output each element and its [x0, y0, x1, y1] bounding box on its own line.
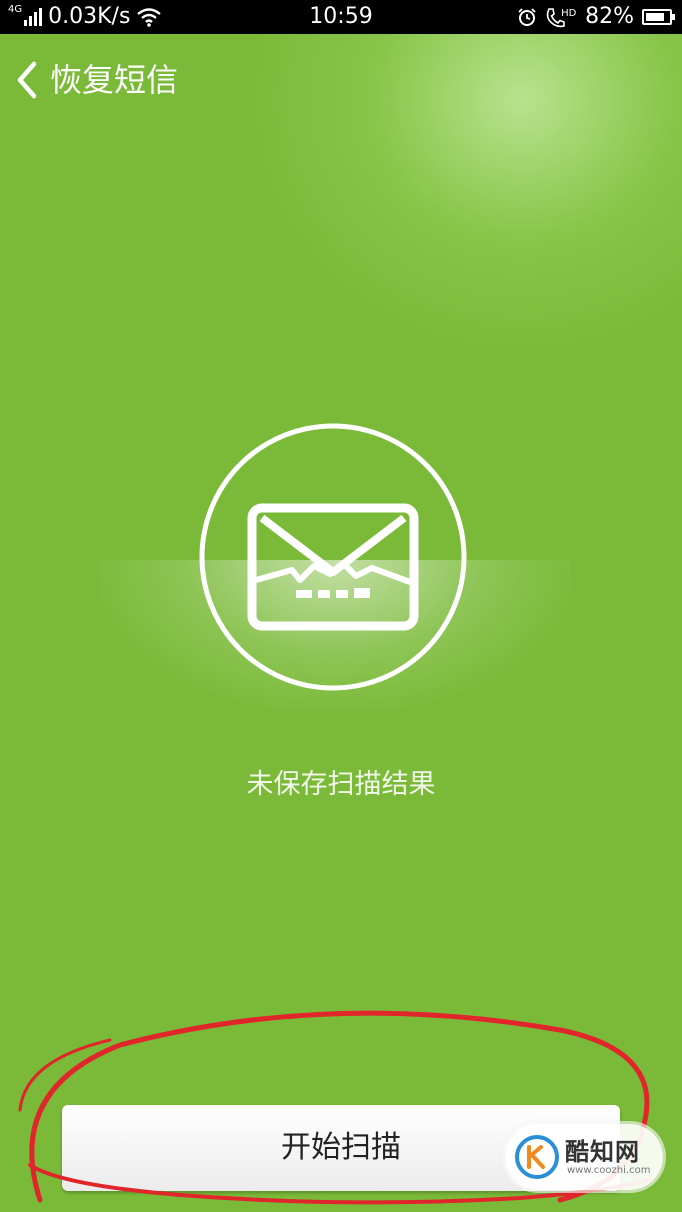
watermark-title: 酷知网: [565, 1138, 640, 1166]
broken-envelope-icon: [199, 423, 467, 691]
page-title: 恢复短信: [50, 61, 179, 99]
coozhi-logo-icon: [515, 1135, 559, 1179]
battery-level-fill: [646, 13, 664, 21]
scan-status-text: 未保存扫描结果: [246, 769, 436, 800]
scan-illustration: [0, 420, 682, 710]
site-watermark: 酷知网 www.coozhi.com: [505, 1124, 663, 1190]
hd-call-indicator: HD: [545, 5, 577, 29]
chevron-left-icon: [17, 61, 37, 99]
status-right: HD 82%: [517, 0, 675, 34]
alarm-icon: [518, 8, 536, 26]
hd-badge: HD: [561, 8, 577, 19]
back-button[interactable]: [10, 56, 46, 104]
title-bar: 恢复短信: [0, 34, 682, 126]
status-bar: 4G 0.03K/s 10:59 HD 82%: [0, 0, 682, 34]
app-screen: 4G 0.03K/s 10:59 HD 82% 恢复短信 未保存扫描结果 开始扫…: [0, 0, 682, 1212]
battery-icon: [642, 9, 675, 25]
battery-percent: 82%: [585, 4, 634, 29]
watermark-url: www.coozhi.com: [567, 1165, 651, 1176]
